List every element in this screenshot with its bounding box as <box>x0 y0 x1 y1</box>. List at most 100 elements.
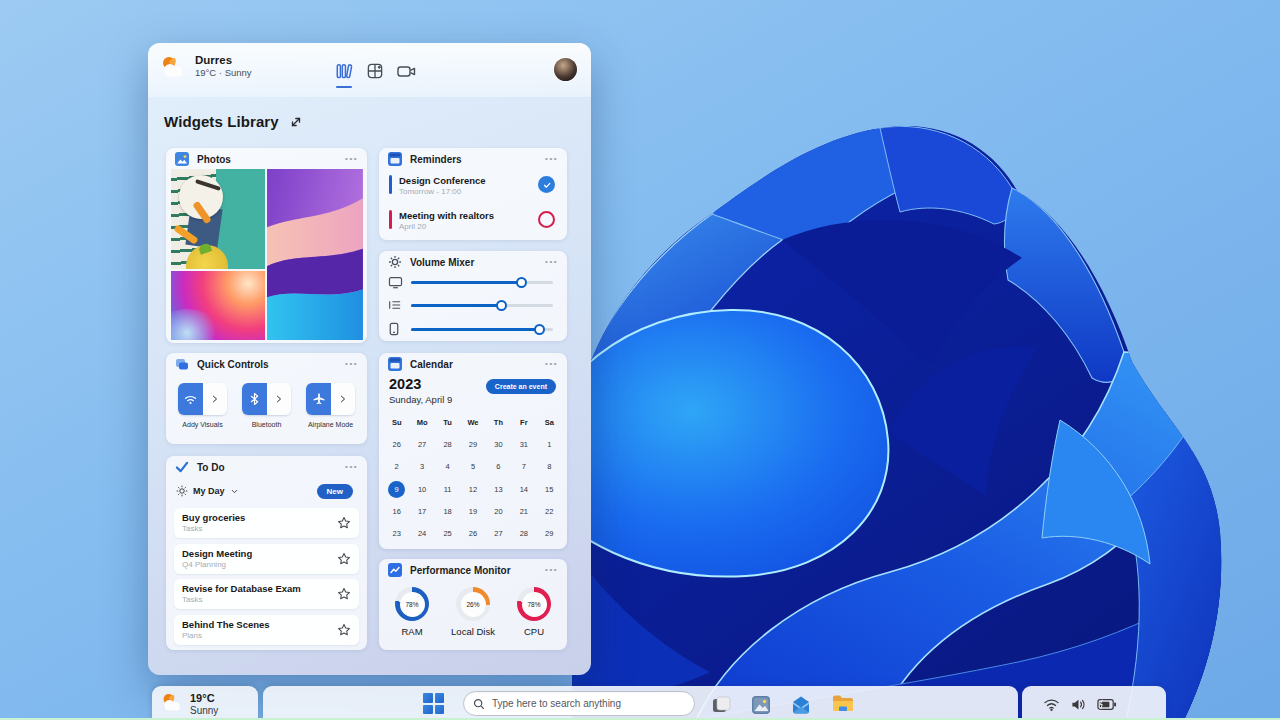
slider-knob[interactable] <box>516 277 527 288</box>
task-view-button[interactable] <box>710 694 732 716</box>
task-row[interactable]: Design Meeting Q4 Planning <box>174 544 359 574</box>
reminder-done-check[interactable] <box>538 176 555 193</box>
widget-menu[interactable]: ••• <box>545 155 558 163</box>
photo-wave[interactable] <box>267 169 363 340</box>
calendar-day[interactable]: 12 <box>464 481 481 498</box>
wifi-toggle[interactable] <box>178 383 203 415</box>
taskbar-weather-island[interactable]: 19°C Sunny <box>152 686 258 720</box>
calendar-day[interactable]: 17 <box>414 503 431 520</box>
create-event-button[interactable]: Create an event <box>486 379 556 394</box>
calendar-day[interactable]: 29 <box>541 525 558 542</box>
calendar-day[interactable]: 14 <box>515 481 532 498</box>
calendar-day[interactable]: 27 <box>414 436 431 453</box>
calendar-day[interactable]: 15 <box>541 481 558 498</box>
calendar-day-header: Su <box>392 418 402 427</box>
slider-track[interactable] <box>411 281 553 284</box>
chevron-right-icon <box>274 394 284 404</box>
calendar-day[interactable]: 20 <box>490 503 507 520</box>
user-avatar[interactable] <box>554 58 577 81</box>
reminder-row[interactable]: Meeting with realtors April 20 <box>389 210 557 240</box>
slider-track[interactable] <box>411 304 553 307</box>
queue-icon <box>388 299 402 311</box>
mail-app-button[interactable] <box>790 694 812 716</box>
calendar-day[interactable]: 28 <box>439 436 456 453</box>
slider-knob[interactable] <box>534 324 545 335</box>
star-icon[interactable] <box>337 552 351 566</box>
task-row[interactable]: Revise for Database Exam Tasks <box>174 579 359 609</box>
panel-weather[interactable]: Durres 19°C · Sunny <box>160 54 252 79</box>
widget-menu[interactable]: ••• <box>545 360 558 368</box>
search-input[interactable]: Type here to search anything <box>463 691 695 716</box>
expand-icon[interactable] <box>289 115 303 129</box>
calendar-day[interactable]: 24 <box>414 525 431 542</box>
widget-menu[interactable]: ••• <box>345 155 358 163</box>
photos-app-button[interactable] <box>750 694 772 716</box>
calendar-year[interactable]: 2023 <box>389 376 421 392</box>
calendar-day[interactable]: 9 <box>388 481 405 498</box>
volume-slider-queue <box>388 297 553 313</box>
tab-widgets-board[interactable] <box>362 58 388 84</box>
calendar-day[interactable]: 18 <box>439 503 456 520</box>
calendar-day[interactable]: 8 <box>541 458 558 475</box>
calendar-day[interactable]: 19 <box>464 503 481 520</box>
photo-rainbow[interactable] <box>171 271 265 340</box>
wifi-expand[interactable] <box>203 383 227 415</box>
task-list: Tasks <box>182 595 351 605</box>
calendar-day[interactable]: 21 <box>515 503 532 520</box>
calendar-day[interactable]: 3 <box>414 458 431 475</box>
widget-menu[interactable]: ••• <box>545 258 558 266</box>
task-row[interactable]: Buy groceries Tasks <box>174 508 359 538</box>
chevron-down-icon[interactable] <box>230 487 239 496</box>
star-icon[interactable] <box>337 623 351 637</box>
widget-title: Volume Mixer <box>410 257 474 268</box>
taskbar-system-island[interactable] <box>1022 686 1166 720</box>
calendar-day[interactable]: 29 <box>464 436 481 453</box>
slider-track[interactable] <box>411 328 553 331</box>
calendar-day[interactable]: 2 <box>388 458 405 475</box>
reminder-open-circle[interactable] <box>538 211 555 228</box>
widget-menu[interactable]: ••• <box>345 463 358 471</box>
calendar-day[interactable]: 27 <box>490 525 507 542</box>
airplane-expand[interactable] <box>331 383 355 415</box>
bluetooth-expand[interactable] <box>267 383 291 415</box>
calendar-day[interactable]: 23 <box>388 525 405 542</box>
calendar-day[interactable]: 30 <box>490 436 507 453</box>
calendar-day[interactable]: 22 <box>541 503 558 520</box>
gauge-label: RAM <box>401 626 422 637</box>
calendar-day[interactable]: 10 <box>414 481 431 498</box>
calendar-day[interactable]: 28 <box>515 525 532 542</box>
bluetooth-toggle[interactable] <box>242 383 267 415</box>
photo-drinks[interactable] <box>171 169 265 269</box>
start-button[interactable] <box>423 693 444 714</box>
calendar-day[interactable]: 4 <box>439 458 456 475</box>
calendar-day[interactable]: 1 <box>541 436 558 453</box>
widgets-library-heading: Widgets Library <box>164 113 303 130</box>
calendar-day[interactable]: 5 <box>464 458 481 475</box>
widget-menu[interactable]: ••• <box>345 360 358 368</box>
calendar-day[interactable]: 6 <box>490 458 507 475</box>
calendar-day[interactable]: 25 <box>439 525 456 542</box>
bluetooth-icon <box>248 392 261 406</box>
reminder-row[interactable]: Design Conference Tomorrow - 17:00 <box>389 175 557 205</box>
file-explorer-button[interactable] <box>831 693 853 715</box>
calendar-day[interactable]: 31 <box>515 436 532 453</box>
star-icon[interactable] <box>337 516 351 530</box>
quick-control-label: Addy Visuals <box>178 421 227 428</box>
calendar-day[interactable]: 13 <box>490 481 507 498</box>
calendar-day[interactable]: 7 <box>515 458 532 475</box>
star-icon[interactable] <box>337 587 351 601</box>
photos-collage[interactable] <box>171 169 363 340</box>
calendar-day[interactable]: 16 <box>388 503 405 520</box>
todo-list-name[interactable]: My Day <box>193 486 225 496</box>
tab-camera[interactable] <box>393 58 419 84</box>
task-list: Q4 Planning <box>182 560 351 570</box>
calendar-day[interactable]: 11 <box>439 481 456 498</box>
slider-knob[interactable] <box>496 300 507 311</box>
widget-menu[interactable]: ••• <box>545 566 558 574</box>
tab-widgets-library[interactable] <box>331 58 357 84</box>
airplane-toggle[interactable] <box>306 383 331 415</box>
task-row[interactable]: Behind The Scenes Plans <box>174 615 359 645</box>
calendar-day[interactable]: 26 <box>464 525 481 542</box>
new-task-button[interactable]: New <box>317 484 353 499</box>
calendar-day[interactable]: 26 <box>388 436 405 453</box>
